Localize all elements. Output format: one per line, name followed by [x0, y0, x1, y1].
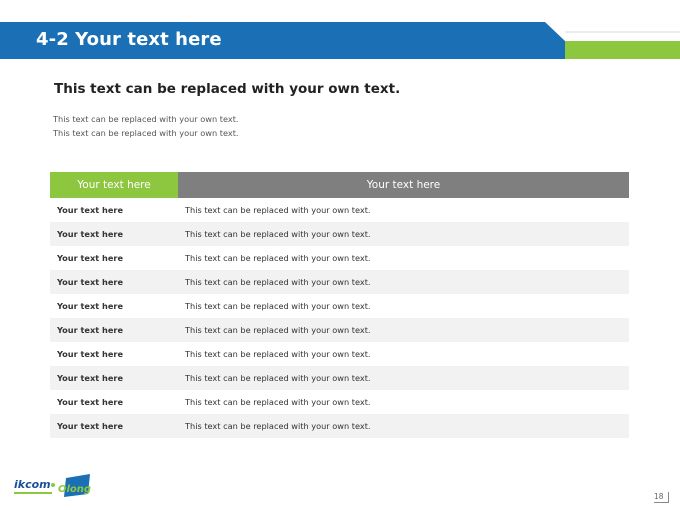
- table-cell-value: This text can be replaced with your own …: [185, 301, 371, 311]
- body-text: This text can be replaced with your own …: [53, 112, 239, 140]
- table-cell-key: Your text here: [57, 301, 124, 311]
- data-table: Your text here Your text here Your text …: [50, 172, 629, 438]
- table-cell-key: Your text here: [50, 270, 178, 294]
- table-row: Your text here This text can be replaced…: [50, 222, 629, 246]
- table-cell-value: This text can be replaced with your own …: [178, 270, 629, 294]
- page-number: 18: [654, 492, 669, 503]
- table-row: Your text here This text can be replaced…: [50, 198, 629, 222]
- table-cell-value: This text can be replaced with your own …: [185, 253, 371, 263]
- svg-text:ikcom: ikcom: [14, 478, 51, 491]
- table-row: Your text here This text can be replaced…: [50, 342, 629, 366]
- slide-title: 4-2 Your text here: [36, 29, 222, 50]
- table-cell-key: Your text here: [57, 349, 124, 359]
- company-logo: ikcom Olong: [10, 470, 92, 500]
- table-row: Your text here This text can be replaced…: [50, 294, 629, 318]
- table-cell-value: This text can be replaced with your own …: [185, 349, 371, 359]
- table-row: Your text here This text can be replaced…: [50, 270, 629, 294]
- table-row: Your text here This text can be replaced…: [50, 246, 629, 270]
- table-row: Your text here This text can be replaced…: [50, 390, 629, 414]
- table-row: Your text here This text can be replaced…: [50, 318, 629, 342]
- table-cell-key: Your text here: [57, 205, 124, 215]
- table-cell-value: This text can be replaced with your own …: [178, 414, 629, 438]
- table-row: Your text here This text can be replaced…: [50, 414, 629, 438]
- table-header-row: Your text here Your text here: [50, 172, 629, 198]
- table-cell-value: This text can be replaced with your own …: [185, 397, 371, 407]
- table-cell-value: This text can be replaced with your own …: [185, 205, 371, 215]
- table-cell-key: Your text here: [50, 222, 178, 246]
- slide-subtitle: This text can be replaced with your own …: [54, 81, 401, 97]
- table-cell-key: Your text here: [50, 414, 178, 438]
- table-header-right: Your text here: [178, 172, 629, 198]
- table-row: Your text here This text can be replaced…: [50, 366, 629, 390]
- body-line: This text can be replaced with your own …: [53, 114, 239, 124]
- table-cell-key: Your text here: [50, 318, 178, 342]
- table-header-left: Your text here: [50, 172, 178, 198]
- table-cell-key: Your text here: [57, 253, 124, 263]
- title-band: 4-2 Your text here: [0, 0, 680, 62]
- table-cell-value: This text can be replaced with your own …: [178, 222, 629, 246]
- table-cell-key: Your text here: [57, 397, 124, 407]
- table-cell-value: This text can be replaced with your own …: [178, 318, 629, 342]
- table-cell-key: Your text here: [50, 366, 178, 390]
- svg-text:Olong: Olong: [58, 484, 91, 495]
- body-line: This text can be replaced with your own …: [53, 128, 239, 138]
- table-cell-value: This text can be replaced with your own …: [178, 366, 629, 390]
